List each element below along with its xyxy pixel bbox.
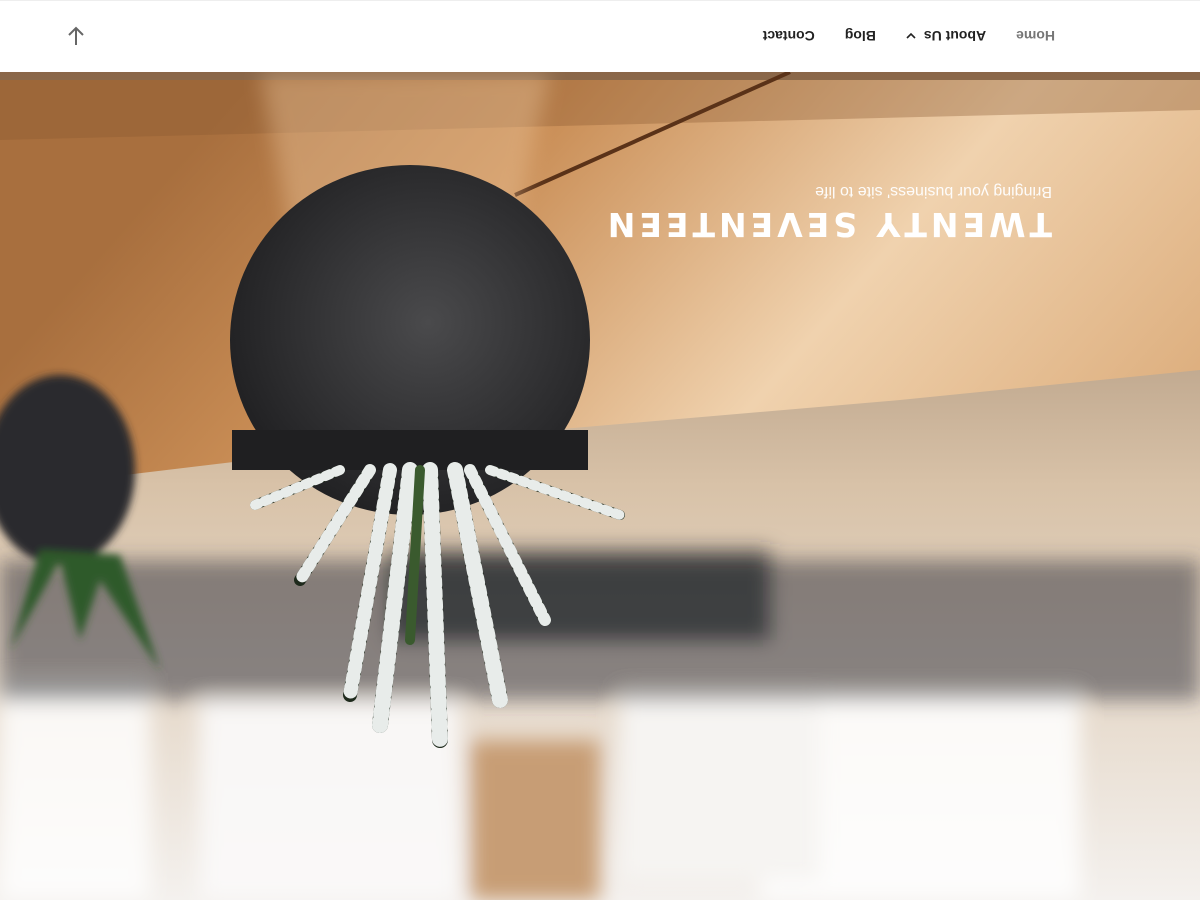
menu-item-label: Home	[1016, 28, 1055, 44]
site-branding: Twenty Seventeen Bringing your business'…	[604, 182, 1052, 244]
page: Twenty Seventeen Bringing your business'…	[0, 0, 1200, 900]
main-menu: Home About Us Blog Contact	[733, 0, 1055, 72]
chevron-down-icon[interactable]	[906, 31, 916, 41]
navigation-bar: Home About Us Blog Contact	[0, 0, 1200, 72]
arrow-down-icon[interactable]	[64, 24, 88, 48]
site-title[interactable]: Twenty Seventeen	[604, 205, 1052, 244]
header-image: Twenty Seventeen Bringing your business'…	[0, 72, 1200, 900]
menu-item-contact[interactable]: Contact	[763, 28, 815, 44]
menu-item-label: About Us	[923, 28, 987, 44]
menu-item-label: Blog	[844, 28, 876, 44]
menu-item-about-us[interactable]: About Us	[906, 28, 986, 44]
menu-item-label: Contact	[762, 28, 815, 44]
menu-item-home[interactable]: Home	[1016, 28, 1055, 44]
site-description: Bringing your business' site to life	[815, 183, 1052, 200]
menu-item-blog[interactable]: Blog	[845, 28, 876, 44]
